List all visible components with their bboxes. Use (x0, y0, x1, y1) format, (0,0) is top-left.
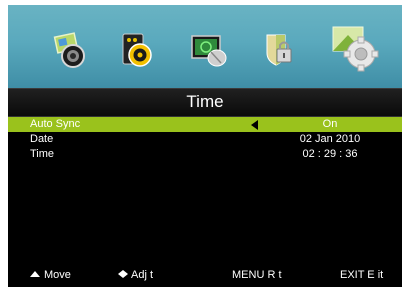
setting-label: Date (30, 133, 54, 145)
lock-icon[interactable] (263, 31, 301, 69)
setting-label: Time (30, 148, 55, 160)
picture-icon[interactable] (50, 31, 88, 69)
setting-row-auto-sync[interactable]: Auto Sync On (8, 117, 402, 132)
setting-value: 02 : 29 : 36 (302, 148, 358, 160)
menu-title-bar: Time (8, 88, 402, 117)
setting-row-time[interactable]: Time 02 : 29 : 36 (8, 147, 402, 162)
category-icon-bar (8, 5, 402, 88)
setup-gear-icon[interactable] (330, 23, 380, 73)
tv-osd-screen: Time Auto Sync On Date 02 Jan 2010 Time … (8, 5, 402, 287)
up-arrow-icon (30, 271, 40, 277)
setting-value: On (322, 118, 338, 130)
page-title: Time (186, 92, 224, 111)
setting-value: 02 Jan 2010 (299, 133, 361, 145)
hint-menu: MENU R t (232, 269, 282, 281)
footer-hint-bar: Move Adj t MENU R t EXIT E it (8, 264, 402, 287)
hint-exit: EXIT E it (340, 269, 384, 281)
setting-row-date[interactable]: Date 02 Jan 2010 (8, 132, 402, 147)
arrow-left-icon[interactable] (251, 120, 258, 130)
hint-move: Move (30, 269, 71, 281)
right-arrow-icon (123, 270, 128, 278)
hint-move-label: Move (44, 269, 71, 281)
setting-label: Auto Sync (30, 118, 81, 130)
hint-adjust-label: Adj t (131, 269, 154, 281)
channel-icon[interactable] (190, 31, 228, 69)
sound-icon[interactable] (117, 31, 155, 69)
hint-adjust: Adj t (118, 269, 153, 281)
